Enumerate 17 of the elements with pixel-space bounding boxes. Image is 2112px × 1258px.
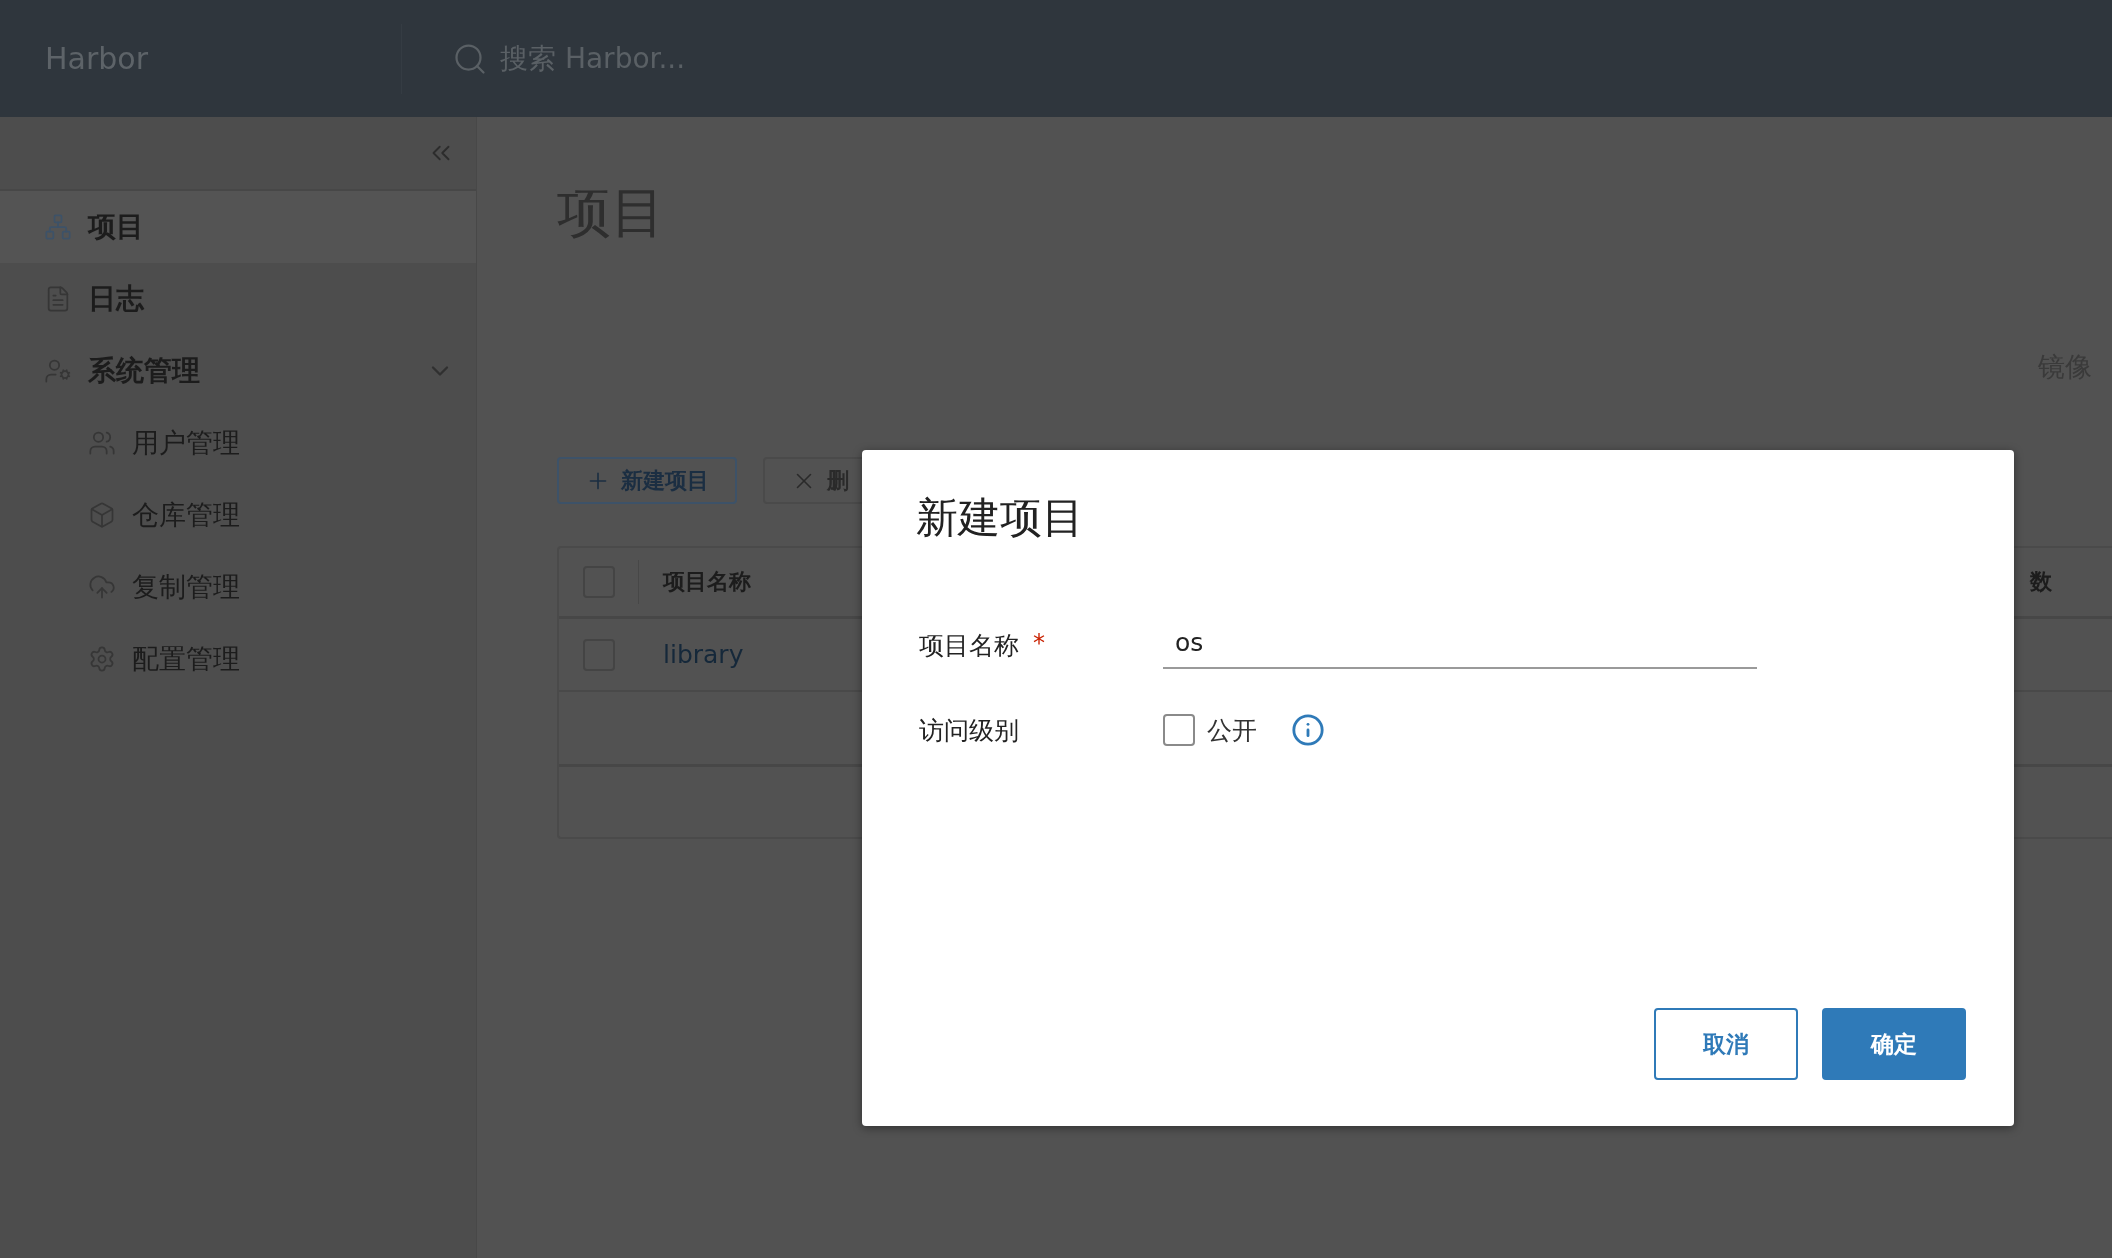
field-label: 访问级别 (919, 714, 1019, 747)
settings-icon (88, 645, 116, 673)
cloud-icon (88, 573, 116, 601)
cancel-button[interactable]: 取消 (1654, 1008, 1798, 1080)
project-link[interactable]: library (639, 640, 744, 669)
users-icon (88, 429, 116, 457)
field-label: 项目名称 (919, 630, 1019, 662)
sidebar-item[interactable]: 项目 (0, 191, 476, 263)
network-icon (44, 213, 72, 241)
info-icon[interactable] (1291, 713, 1325, 747)
checkbox-label: 公开 (1207, 714, 1257, 747)
user-gear-icon (44, 357, 72, 385)
public-checkbox[interactable] (1163, 714, 1195, 746)
required-mark: * (1033, 629, 1045, 659)
dialog-title: 新建项目 (916, 492, 1085, 544)
cube-icon (88, 501, 116, 529)
confirm-button[interactable]: 确定 (1822, 1008, 1966, 1080)
